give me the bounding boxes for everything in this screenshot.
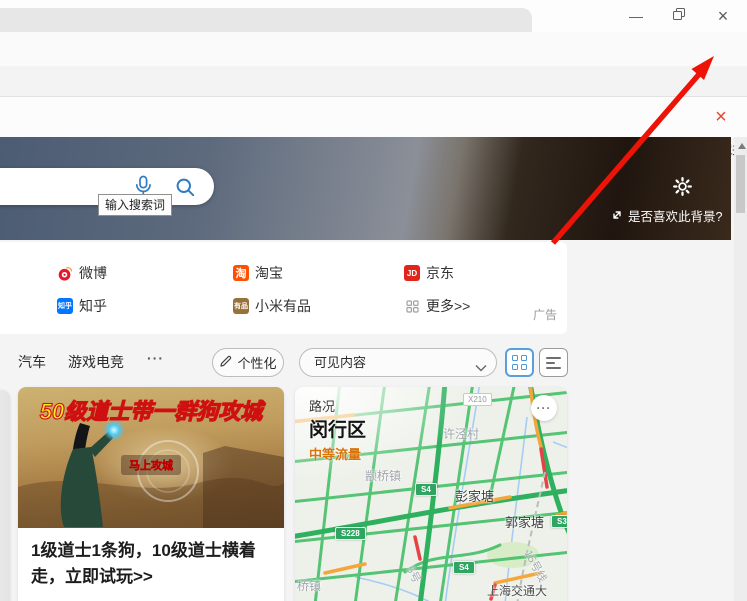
tab-gaming[interactable]: 游戏电竞 bbox=[68, 352, 124, 372]
quicklinks-panel bbox=[0, 242, 567, 334]
quicklink-taobao[interactable]: 淘 淘宝 bbox=[233, 264, 283, 282]
taobao-icon: 淘 bbox=[233, 265, 249, 281]
game-ad-overlay-title: 50级道士带一群狗攻城 bbox=[39, 398, 263, 424]
quicklink-label: 淘宝 bbox=[255, 265, 283, 281]
traffic-district: 闵行区 bbox=[309, 420, 367, 441]
visible-content-dropdown[interactable]: 可见内容 bbox=[299, 348, 497, 377]
banner-close-icon[interactable]: × bbox=[708, 104, 734, 130]
weibo-icon bbox=[57, 265, 73, 281]
notification-banner: × bbox=[0, 96, 747, 138]
quicklink-label: 知乎 bbox=[79, 298, 107, 314]
quicklink-label: 京东 bbox=[426, 265, 454, 281]
chevron-down-icon bbox=[475, 359, 487, 377]
quicklink-zhihu[interactable]: 知乎 知乎 bbox=[57, 297, 107, 315]
close-window-button[interactable]: × bbox=[707, 4, 739, 28]
game-ad-card[interactable]: 50级道士带一群狗攻城 马上攻城 1级道士1条狗，10级道士横着走，立即试玩>> bbox=[18, 387, 284, 601]
map-label-qiaozhen: 桥镇 bbox=[297, 579, 322, 593]
browser-toolbar: ··· bbox=[0, 32, 747, 96]
youpin-icon: 有品 bbox=[233, 298, 249, 314]
previous-card-edge[interactable] bbox=[0, 390, 10, 601]
game-ad-image: 50级道士带一群狗攻城 马上攻城 bbox=[18, 387, 284, 528]
resize-diagonal-icon bbox=[610, 208, 624, 227]
road-badge-x210: X210 bbox=[463, 393, 492, 406]
map-label-village: 许泾村 bbox=[443, 427, 480, 441]
quicklink-label: 微博 bbox=[79, 265, 107, 281]
traffic-map-card[interactable]: X210 许泾村 颛桥镇 S4 彭家塘 郭家塘 S32 S228 S4 5号 1… bbox=[295, 387, 567, 601]
restore-button[interactable] bbox=[663, 4, 695, 28]
quicklink-label: 小米有品 bbox=[255, 298, 311, 314]
game-ad-overlay-cta: 马上攻城 bbox=[121, 455, 181, 475]
personalize-label: 个性化 bbox=[237, 356, 277, 371]
more-grid-icon bbox=[404, 298, 420, 314]
headline-view-icon bbox=[546, 356, 561, 369]
quicklink-more[interactable]: 更多>> bbox=[404, 297, 470, 315]
title-bar: — × bbox=[0, 0, 747, 32]
game-ad-description[interactable]: 1级道士1条狗，10级道士横着走，立即试玩>> bbox=[18, 528, 284, 590]
map-label-pengjiatang: 彭家塘 bbox=[455, 489, 495, 504]
road-badge-s4-lower: S4 bbox=[453, 561, 475, 574]
feed-more-tabs-button[interactable]: ··· bbox=[147, 350, 164, 366]
quicklink-xiaomi-youpin[interactable]: 有品 小米有品 bbox=[233, 297, 311, 315]
traffic-status-badge: 中等流量 bbox=[309, 447, 362, 462]
search-icon[interactable] bbox=[175, 177, 196, 203]
restore-icon bbox=[673, 7, 685, 25]
personalize-button[interactable]: 个性化 bbox=[212, 348, 284, 377]
headline-view-button[interactable] bbox=[539, 348, 568, 377]
scrollbar-up-arrow[interactable] bbox=[738, 143, 746, 149]
card-menu-button[interactable]: ··· bbox=[531, 395, 557, 421]
map-label-guojiatang: 郭家塘 bbox=[505, 515, 545, 530]
traffic-card-header: 路况 bbox=[309, 399, 336, 414]
jd-icon: JD bbox=[404, 265, 420, 281]
road-badge-s228: S228 bbox=[335, 527, 366, 540]
map-label-town: 颛桥镇 bbox=[365, 469, 402, 483]
quicklink-label: 更多>> bbox=[426, 298, 471, 314]
ad-label: 广告 bbox=[533, 308, 558, 322]
road-badge-s4: S4 bbox=[415, 483, 437, 496]
tab-cars[interactable]: 汽车 bbox=[18, 352, 46, 372]
bookmarks-bar: 其他收藏夹 bbox=[0, 66, 747, 157]
quicklink-weibo[interactable]: 微博 bbox=[57, 264, 107, 282]
background-feedback-link[interactable]: 是否喜欢此背景? bbox=[628, 206, 722, 225]
gear-icon[interactable] bbox=[671, 175, 694, 203]
map-label-university: 上海交通大 bbox=[487, 584, 548, 598]
quicklink-jd[interactable]: JD 京东 bbox=[404, 264, 454, 282]
grid-view-icon bbox=[512, 355, 527, 370]
zhihu-icon: 知乎 bbox=[57, 298, 73, 314]
grid-view-button[interactable] bbox=[505, 348, 534, 377]
search-tooltip: 输入搜索词 bbox=[98, 194, 173, 216]
scrollbar-thumb[interactable] bbox=[736, 155, 745, 213]
browser-window: — × × 输入搜索词 是否喜欢此背景? 微博 淘 淘宝 JD 京东 知乎 知乎… bbox=[0, 0, 747, 601]
road-badge-s32: S32 bbox=[551, 515, 567, 528]
tab-strip bbox=[0, 8, 532, 32]
minimize-button[interactable]: — bbox=[620, 4, 652, 28]
pencil-icon bbox=[219, 355, 232, 371]
